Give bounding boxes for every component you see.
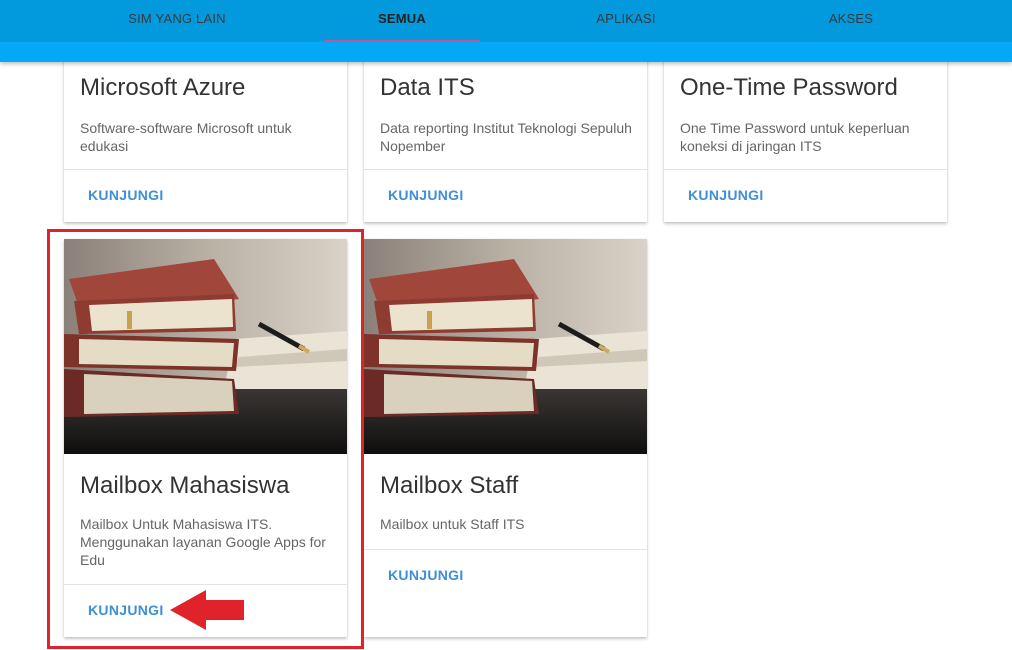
- card-mailbox-mahasiswa: Mailbox Mahasiswa Mailbox Untuk Mahasisw…: [64, 239, 347, 637]
- tab-aplikasi[interactable]: APLIKASI: [548, 0, 704, 42]
- tab-sim-yang-lain[interactable]: SIM YANG LAIN: [99, 0, 255, 42]
- card-description: Data reporting Institut Teknologi Sepulu…: [380, 120, 632, 154]
- card-mailbox-staff: Mailbox Staff Mailbox untuk Staff ITS KU…: [364, 239, 647, 637]
- card-action-bar: KUNJUNGI: [64, 169, 347, 222]
- card-title: Mailbox Mahasiswa: [80, 472, 290, 499]
- tab-semua[interactable]: SEMUA: [324, 0, 480, 42]
- kunjungi-link[interactable]: KUNJUNGI: [88, 187, 164, 203]
- books-image: [364, 239, 647, 454]
- card-description: Mailbox untuk Staff ITS: [380, 516, 525, 532]
- card-title: Microsoft Azure: [80, 74, 246, 101]
- card-title: Mailbox Staff: [380, 472, 519, 499]
- kunjungi-link[interactable]: KUNJUNGI: [88, 602, 164, 618]
- card-one-time-password: One-Time Password One Time Password untu…: [664, 40, 947, 222]
- kunjungi-link[interactable]: KUNJUNGI: [388, 187, 464, 203]
- pointer-arrow-icon: [170, 590, 244, 630]
- kunjungi-link[interactable]: KUNJUNGI: [688, 187, 764, 203]
- card-action-bar: KUNJUNGI: [364, 549, 647, 637]
- card-microsoft-azure: Microsoft Azure Software-software Micros…: [64, 40, 347, 222]
- tab-akses[interactable]: AKSES: [773, 0, 929, 42]
- card-data-its: Data ITS Data reporting Institut Teknolo…: [364, 40, 647, 222]
- tab-row: SIM YANG LAIN SEMUA APLIKASI AKSES: [0, 0, 1012, 42]
- card-action-bar: KUNJUNGI: [664, 169, 947, 222]
- top-tab-bar: SIM YANG LAIN SEMUA APLIKASI AKSES: [0, 0, 1012, 62]
- card-title: One-Time Password: [680, 74, 898, 101]
- kunjungi-link[interactable]: KUNJUNGI: [388, 567, 464, 583]
- card-description: Mailbox Untuk Mahasiswa ITS. Menggunakan…: [80, 516, 326, 568]
- card-description: One Time Password untuk keperluan koneks…: [680, 120, 910, 154]
- card-description: Software-software Microsoft untuk edukas…: [80, 120, 292, 154]
- books-image: [64, 239, 347, 454]
- card-action-bar: KUNJUNGI: [364, 169, 647, 222]
- card-title: Data ITS: [380, 74, 475, 101]
